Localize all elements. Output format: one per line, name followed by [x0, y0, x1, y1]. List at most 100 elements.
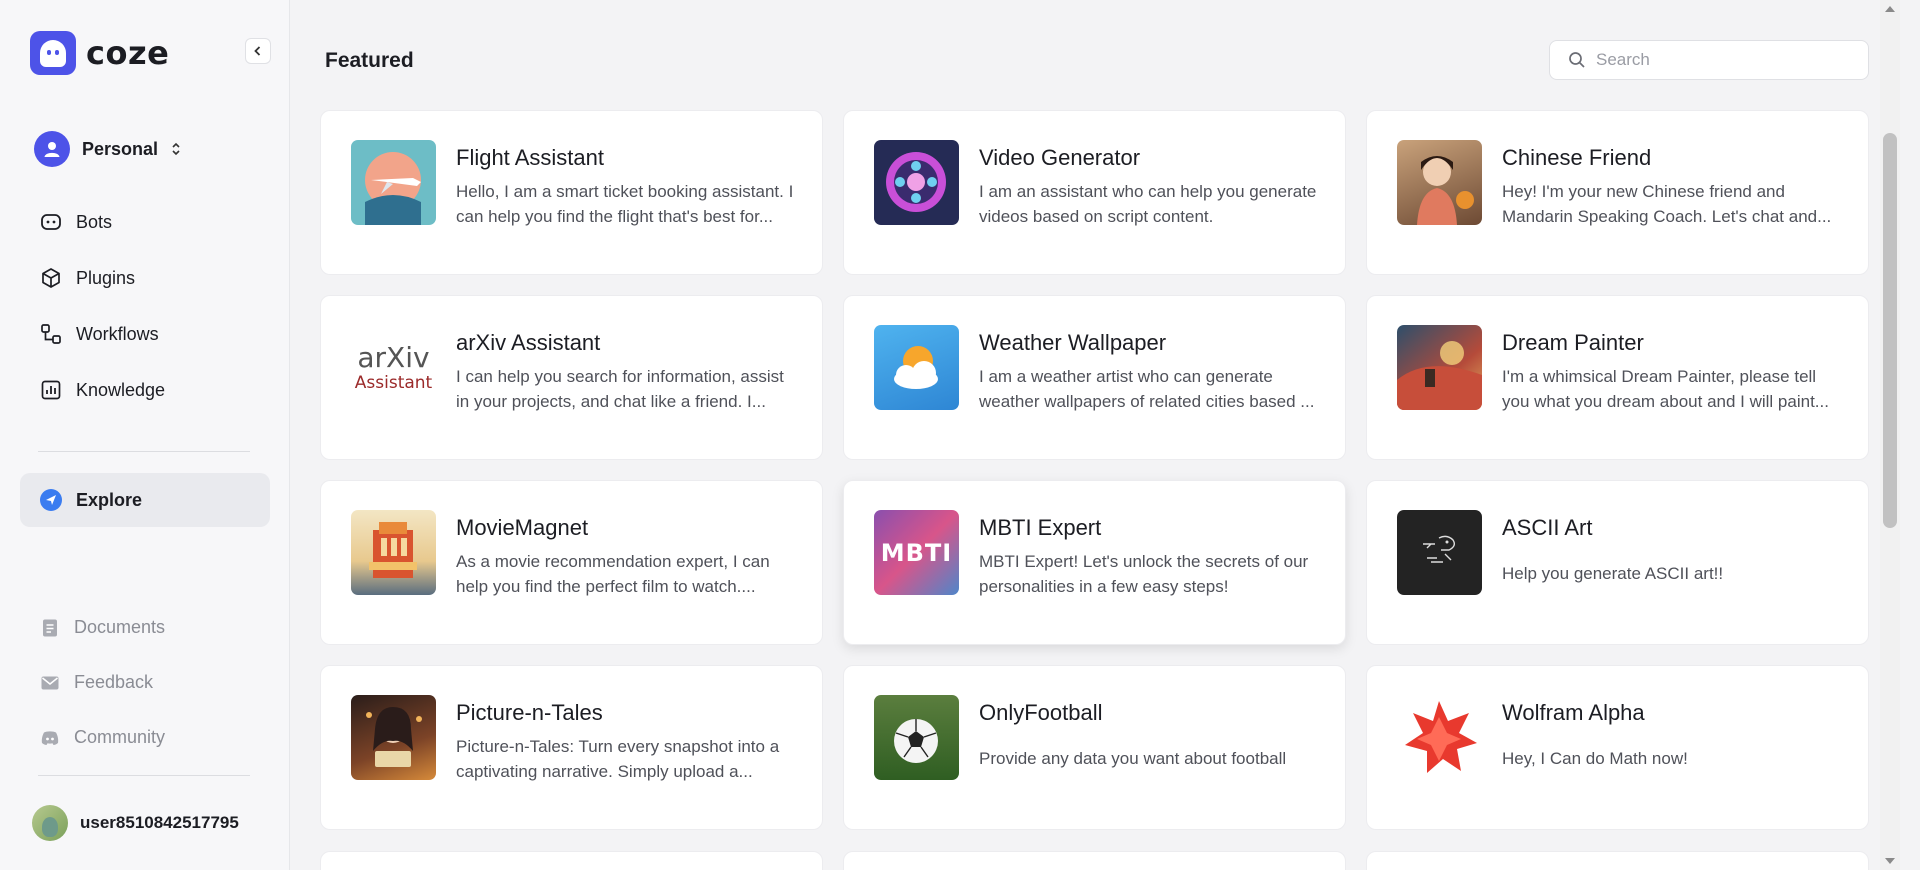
- user-profile[interactable]: user8510842517795: [32, 805, 239, 841]
- discord-icon: [41, 730, 59, 745]
- nav-item-label: Feedback: [74, 672, 154, 692]
- mail-icon: [41, 676, 59, 689]
- nav-item-label: Explore: [76, 489, 143, 510]
- search-icon: [1569, 52, 1585, 68]
- nav-item-community[interactable]: Community: [40, 710, 165, 765]
- moviemagnet-thumbnail: [351, 510, 436, 595]
- bot-name: Dream Painter: [1502, 330, 1644, 355]
- bot-card-video-generator[interactable]: Video Generator I am an assistant who ca…: [843, 110, 1346, 275]
- bot-description: MBTI Expert! Let's unlock the secrets of…: [979, 552, 1309, 596]
- workspace-switcher[interactable]: Personal: [34, 131, 182, 167]
- bot-card-flight-assistant[interactable]: Flight Assistant Hello, I am a smart tic…: [320, 110, 823, 275]
- nav-item-label: Documents: [74, 617, 166, 637]
- nav-item-label: Bots: [76, 211, 113, 232]
- workspace-label: Personal: [82, 138, 159, 159]
- bot-card-arxiv-assistant[interactable]: arXiv Assistant arXiv Assistant I can he…: [320, 295, 823, 460]
- document-icon: [43, 619, 57, 636]
- bot-card-weather-wallpaper[interactable]: Weather Wallpaper I am a weather artist …: [843, 295, 1346, 460]
- bot-card[interactable]: [320, 851, 823, 870]
- nav-item-label: Knowledge: [76, 379, 166, 400]
- nav-item-workflows[interactable]: Workflows: [20, 306, 270, 362]
- bot-description: Provide any data you want about football: [979, 749, 1287, 768]
- chevron-updown-icon: [172, 142, 180, 156]
- scroll-up-arrow-icon[interactable]: [1885, 6, 1895, 12]
- collapse-sidebar-button[interactable]: [245, 38, 271, 64]
- bot-card-picture-n-tales[interactable]: Picture-n-Tales Picture-n-Tales: Turn ev…: [320, 665, 823, 830]
- mbti-logo-text: MBTI: [880, 538, 953, 567]
- bot-description: As a movie recommendation expert, I can …: [456, 552, 770, 596]
- avatar: [32, 805, 68, 841]
- bot-description: I can help you search for information, a…: [456, 367, 784, 411]
- app-name: coze: [86, 34, 170, 72]
- cube-icon: [42, 268, 60, 288]
- nav-item-label: Workflows: [76, 323, 159, 344]
- bot-name: Wolfram Alpha: [1502, 700, 1645, 725]
- bot-card-mbti-expert[interactable]: MBTI MBTI Expert MBTI Expert! Let's unlo…: [843, 480, 1346, 645]
- nav-item-label: Community: [74, 727, 166, 747]
- divider: [38, 775, 250, 776]
- nav-item-documents[interactable]: Documents: [40, 600, 165, 655]
- nav-item-bots[interactable]: Bots: [20, 194, 270, 250]
- nav-item-feedback[interactable]: Feedback: [40, 655, 165, 710]
- bot-card-onlyfootball[interactable]: OnlyFootball Provide any data you want a…: [843, 665, 1346, 830]
- bot-card-moviemagnet[interactable]: MovieMagnet As a movie recommendation ex…: [320, 480, 823, 645]
- arxiv-logo-subtext: Assistant: [354, 372, 433, 393]
- picture-n-tales-thumbnail: [351, 695, 436, 780]
- bot-name: Weather Wallpaper: [979, 330, 1167, 355]
- onlyfootball-thumbnail: [874, 695, 959, 780]
- explore-icon: [40, 489, 62, 511]
- bot-description: Help you generate ASCII art!!: [1502, 564, 1724, 583]
- nav-item-knowledge[interactable]: Knowledge: [20, 362, 270, 418]
- primary-nav: Bots Plugins Workflows Knowledge: [20, 194, 270, 418]
- ascii-art-thumbnail: [1397, 510, 1482, 595]
- main-content: Featured Flight Assistant Hello, I am a …: [291, 0, 1900, 870]
- bot-name: MBTI Expert: [979, 515, 1102, 540]
- bot-card[interactable]: [1366, 851, 1869, 870]
- bot-card-wolfram-alpha[interactable]: Wolfram Alpha Hey, I Can do Math now!: [1366, 665, 1869, 830]
- arxiv-assistant-thumbnail: arXiv Assistant: [351, 325, 436, 410]
- bot-name: arXiv Assistant: [456, 330, 601, 355]
- bot-description: I am an assistant who can help you gener…: [979, 182, 1317, 226]
- bot-card-chinese-friend[interactable]: Chinese Friend Hey! I'm your new Chinese…: [1366, 110, 1869, 275]
- bot-description: I'm a whimsical Dream Painter, please te…: [1502, 367, 1829, 411]
- bot-description: Picture-n-Tales: Turn every snapshot int…: [456, 737, 780, 781]
- bot-card[interactable]: [843, 851, 1346, 870]
- bot-description: I am a weather artist who can generate w…: [979, 367, 1315, 411]
- nav-item-explore[interactable]: Explore: [20, 473, 270, 527]
- arxiv-logo-text: arXiv: [357, 340, 430, 374]
- weather-wallpaper-thumbnail: [874, 325, 959, 410]
- nav-item-label: Plugins: [76, 267, 136, 288]
- bot-description: Hello, I am a smart ticket booking assis…: [456, 182, 794, 226]
- secondary-nav: Documents Feedback Community: [40, 600, 165, 765]
- search-input[interactable]: [1596, 50, 1856, 70]
- dream-painter-thumbnail: [1397, 325, 1482, 410]
- video-generator-thumbnail: [874, 140, 959, 225]
- chinese-friend-thumbnail: [1397, 140, 1482, 225]
- search-box[interactable]: [1549, 40, 1869, 80]
- bot-name: Picture-n-Tales: [456, 700, 603, 725]
- mbti-expert-thumbnail: MBTI: [874, 510, 959, 595]
- scroll-down-arrow-icon[interactable]: [1885, 858, 1895, 864]
- coze-logo[interactable]: coze: [30, 31, 169, 75]
- username: user8510842517795: [80, 813, 239, 832]
- scrollbar[interactable]: [1880, 0, 1900, 870]
- bot-name: Chinese Friend: [1502, 145, 1652, 170]
- wolfram-alpha-thumbnail: [1397, 695, 1482, 780]
- bot-name: Flight Assistant: [456, 145, 604, 170]
- wolfram-star-icon: [1405, 701, 1477, 773]
- bot-description: Hey, I Can do Math now!: [1502, 749, 1688, 768]
- bot-name: MovieMagnet: [456, 515, 589, 540]
- chevron-left-icon: [254, 46, 261, 56]
- nav-item-plugins[interactable]: Plugins: [20, 250, 270, 306]
- bot-card-ascii-art[interactable]: ASCII Art Help you generate ASCII art!!: [1366, 480, 1869, 645]
- bot-name: ASCII Art: [1502, 515, 1593, 540]
- workspace-avatar-icon: [34, 131, 70, 167]
- bot-description: Hey! I'm your new Chinese friend and Man…: [1502, 182, 1832, 226]
- bot-name: OnlyFootball: [979, 700, 1103, 725]
- chart-icon: [41, 380, 61, 400]
- bot-card-dream-painter[interactable]: Dream Painter I'm a whimsical Dream Pain…: [1366, 295, 1869, 460]
- sidebar: coze Personal Bots Plugins Workflows Kno…: [0, 0, 290, 870]
- divider: [38, 451, 250, 452]
- scrollbar-thumb[interactable]: [1883, 133, 1897, 528]
- bot-grid: Flight Assistant Hello, I am a smart tic…: [320, 110, 1869, 830]
